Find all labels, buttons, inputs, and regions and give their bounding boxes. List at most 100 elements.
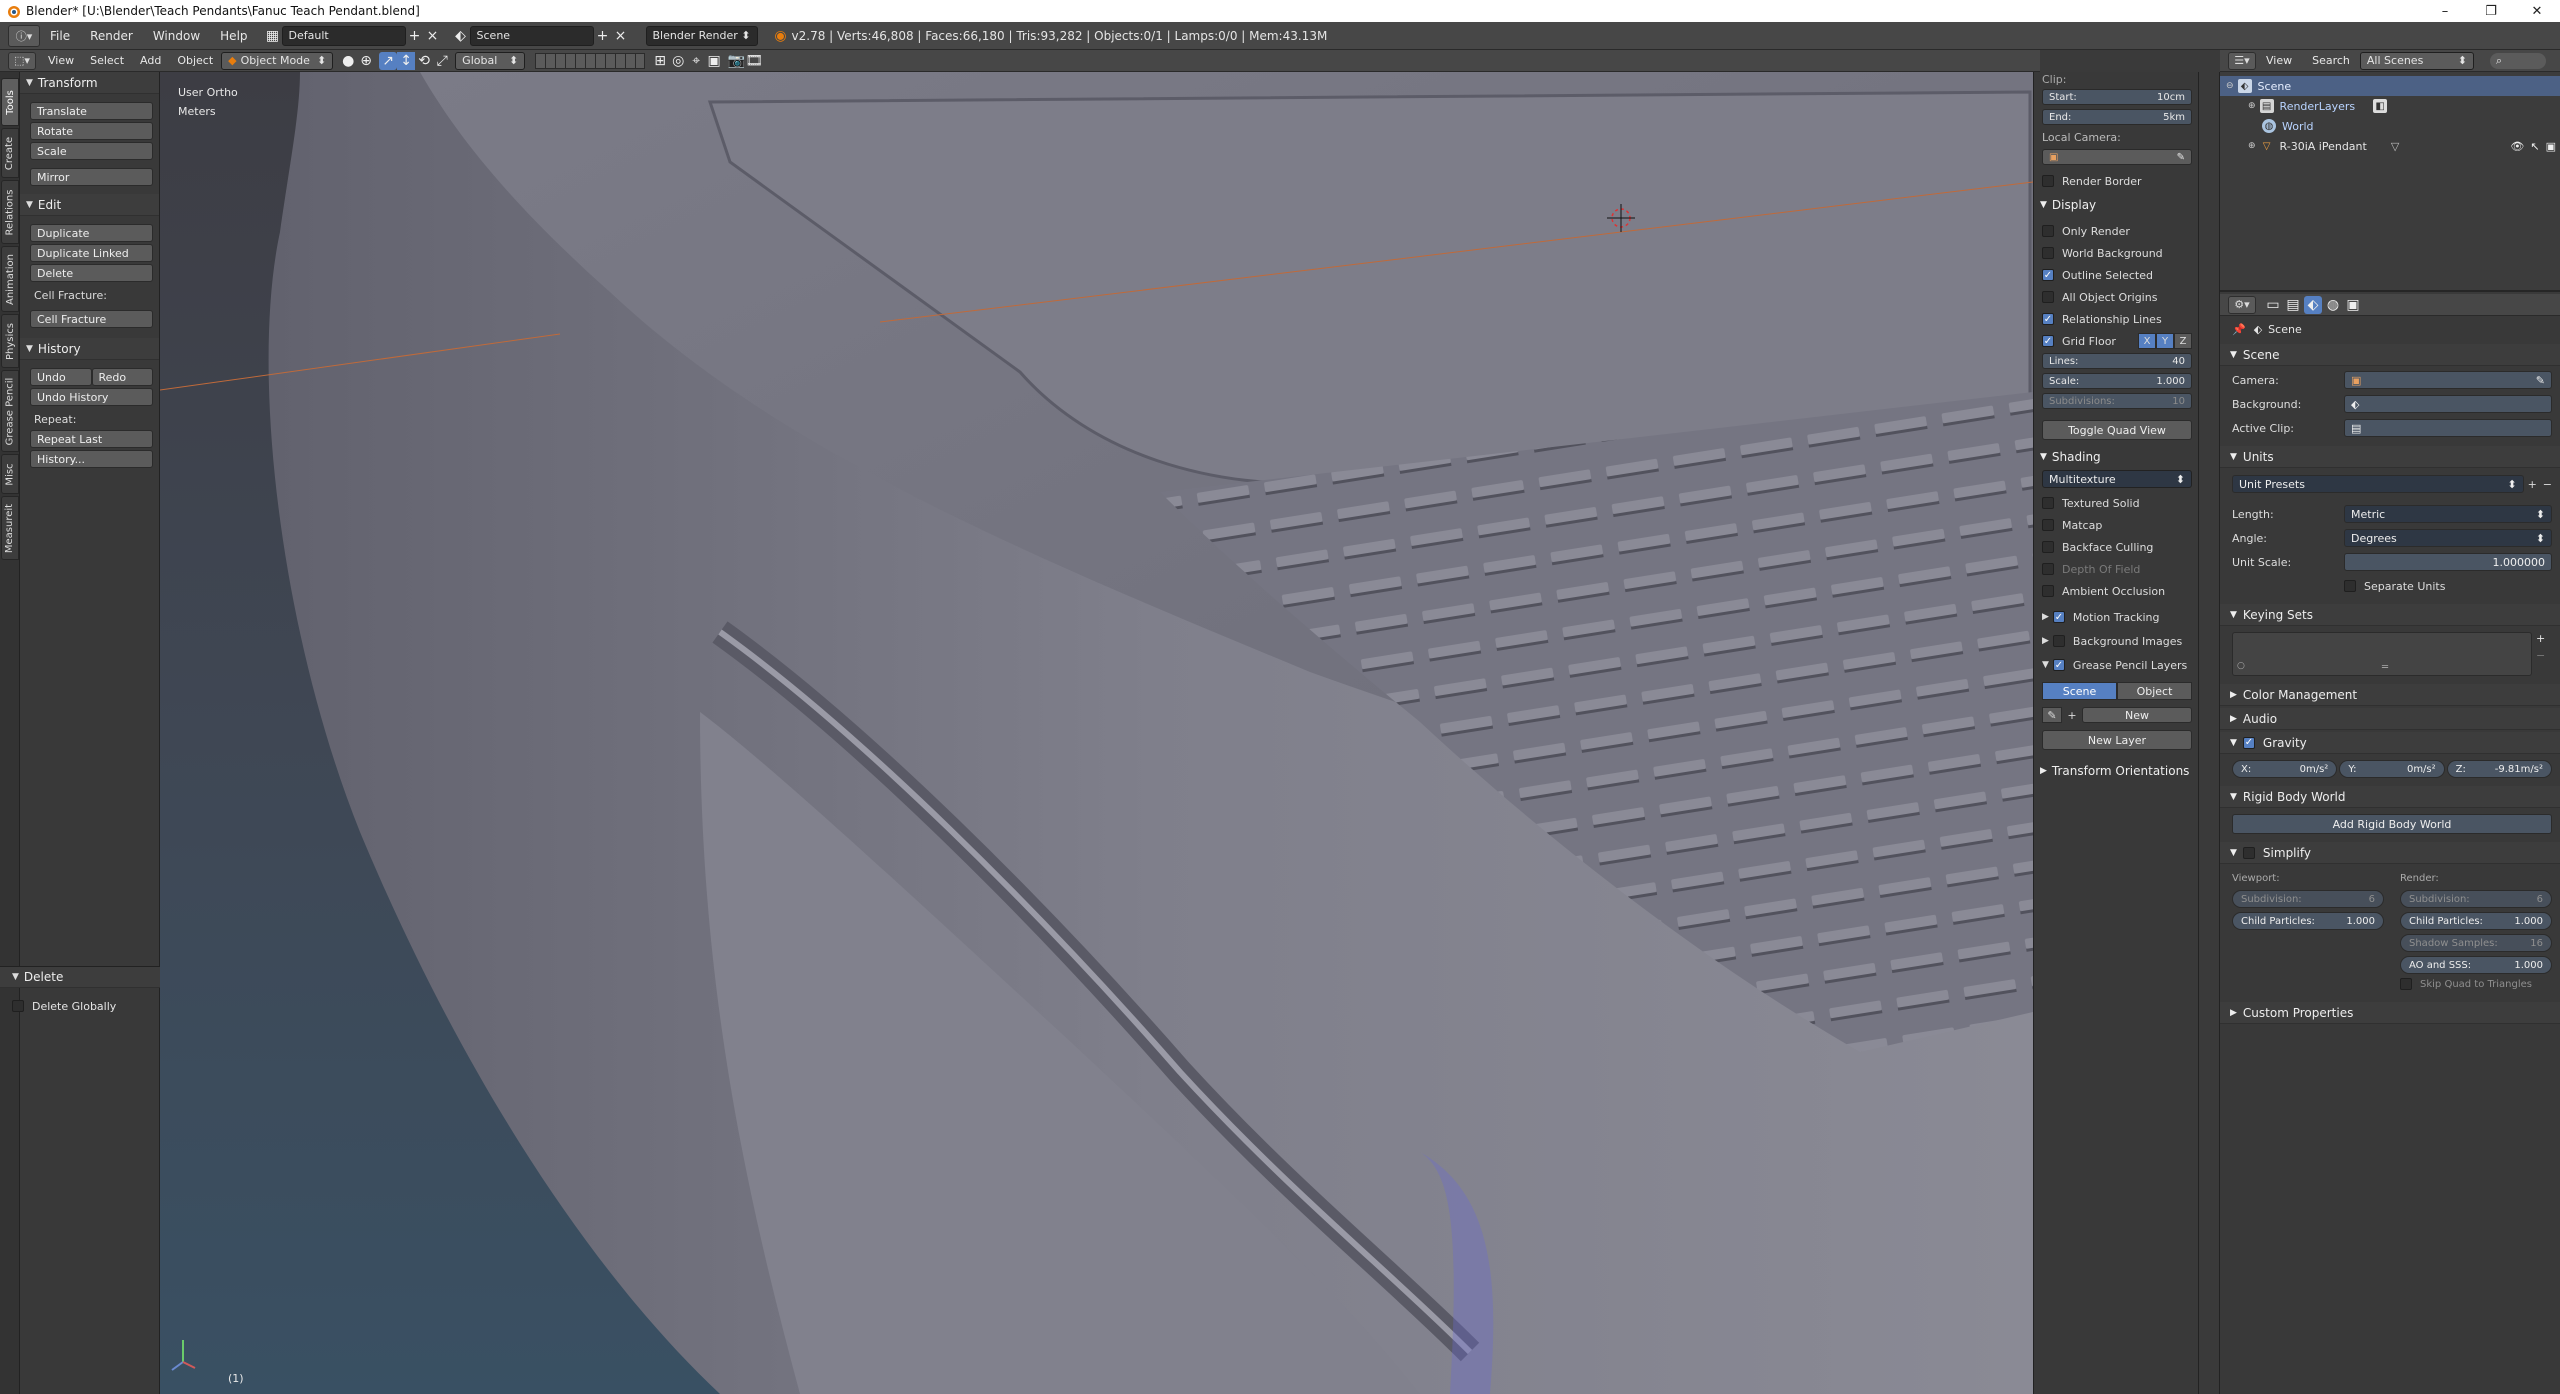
gravity-header[interactable]: ▼ ✓ Gravity — [2220, 732, 2560, 754]
display-panel-header[interactable]: ▼ Display — [2034, 194, 2198, 216]
display-option-checkbox[interactable]: ✓ — [2042, 313, 2054, 325]
shading-option-checkbox[interactable] — [2042, 585, 2054, 597]
shading-option-checkbox[interactable] — [2042, 497, 2054, 509]
translate-manipulator-icon[interactable]: ↕ — [397, 51, 416, 70]
region-separator[interactable] — [2198, 72, 2220, 1394]
menu-render[interactable]: Render — [80, 29, 143, 43]
mode-select[interactable]: ◆ Object Mode ⬍ — [221, 51, 334, 70]
scale-manipulator-icon[interactable]: ⤢ — [433, 52, 451, 70]
render-engine-select[interactable]: Blender Render ⬍ — [645, 25, 758, 46]
add-scene-icon[interactable]: + — [594, 27, 612, 45]
gp-add-icon[interactable]: + — [2062, 707, 2082, 723]
proportional-edit-icon[interactable]: ◎ — [669, 52, 687, 70]
cell-fracture-button[interactable]: Cell Fracture — [30, 310, 153, 328]
redo-button[interactable]: Redo — [91, 368, 153, 386]
viewport-shading-icon[interactable]: ● — [339, 52, 357, 70]
manipulator-toggle-icon[interactable]: ↗ — [379, 51, 398, 70]
rotate-button[interactable]: Rotate — [30, 122, 153, 140]
scene-panel-header[interactable]: ▼ Scene — [2220, 344, 2560, 366]
grid-axis-z[interactable]: Z — [2174, 333, 2192, 349]
view3d-editor-icon[interactable]: ⬚▾ — [8, 51, 36, 70]
shading-option-row[interactable]: Depth Of Field — [2042, 560, 2192, 578]
outliner-row-renderlayers[interactable]: ⊕ ▤ RenderLayers ◧ — [2220, 96, 2560, 116]
local-camera-field[interactable]: ▣ ✎ — [2042, 149, 2192, 165]
scene-select[interactable]: Scene — [469, 25, 594, 46]
tab-misc[interactable]: Misc — [1, 454, 19, 494]
render-tab-icon[interactable]: ▭ — [2264, 296, 2282, 314]
world-tab-icon[interactable]: ◍ — [2324, 296, 2342, 314]
grid-floor-checkbox[interactable]: ✓ — [2042, 335, 2054, 347]
grid-subdivisions-field[interactable]: Subdivisions: 10 — [2042, 393, 2192, 409]
menu-file[interactable]: File — [40, 29, 80, 43]
gp-new-button[interactable]: New — [2082, 707, 2192, 723]
remove-scene-icon[interactable]: × — [612, 27, 630, 45]
gp-layers-expand-icon[interactable]: ▼ — [2042, 660, 2049, 670]
history-button[interactable]: History... — [30, 450, 153, 468]
display-option-checkbox[interactable] — [2042, 291, 2054, 303]
selectable-arrow-icon[interactable]: ↖ — [2530, 140, 2539, 153]
motion-tracking-checkbox[interactable]: ✓ — [2052, 611, 2065, 623]
pivot-point-icon[interactable]: ⊕ — [357, 52, 375, 70]
render-layers-tab-icon[interactable]: ▤ — [2284, 296, 2302, 314]
lock-layers-icon[interactable]: ⊞ — [651, 52, 669, 70]
simplify-checkbox[interactable] — [2242, 846, 2255, 859]
shading-mode-select[interactable]: Multitexture ⬍ — [2042, 470, 2192, 488]
shading-panel-header[interactable]: ▼ Shading — [2034, 446, 2198, 468]
snap-icon[interactable]: ⌖ — [687, 52, 705, 70]
camera-field[interactable]: ▣ ✎ — [2344, 371, 2552, 389]
3d-viewport[interactable]: User Ortho Meters (1) — [160, 72, 2033, 1394]
menu-window[interactable]: Window — [143, 29, 210, 43]
color-management-header[interactable]: ▶ Color Management — [2220, 684, 2560, 706]
transform-orientation-select[interactable]: Global ⬍ — [455, 51, 526, 70]
layer-buttons[interactable] — [535, 52, 646, 69]
menu-select[interactable]: Select — [82, 54, 132, 67]
shading-option-row[interactable]: Ambient Occlusion — [2042, 582, 2192, 600]
shading-option-checkbox[interactable] — [2042, 563, 2054, 575]
edit-panel-header[interactable]: ▼ Edit — [20, 194, 159, 216]
add-preset-icon[interactable]: + — [2528, 478, 2537, 491]
add-keying-set-icon[interactable]: + — [2536, 632, 2552, 645]
display-option-checkbox[interactable]: ✓ — [2042, 269, 2054, 281]
gravity-z-field[interactable]: Z: -9.81m/s² — [2446, 760, 2552, 778]
shading-option-checkbox[interactable] — [2042, 541, 2054, 553]
add-layout-icon[interactable]: + — [406, 27, 424, 45]
tab-grease-pencil[interactable]: Grease Pencil — [1, 370, 19, 452]
gp-source-object[interactable]: Object — [2117, 682, 2192, 700]
remove-preset-icon[interactable]: − — [2543, 478, 2552, 491]
remove-keying-set-icon[interactable]: − — [2536, 649, 2552, 662]
delete-button[interactable]: Delete — [30, 264, 153, 282]
display-option-row[interactable]: Only Render — [2042, 222, 2192, 240]
ao-sss-field[interactable]: AO and SSS: 1.000 — [2400, 956, 2552, 974]
skip-quad-checkbox[interactable] — [2400, 978, 2412, 990]
shading-option-row[interactable]: Backface Culling — [2042, 538, 2192, 556]
background-images-expand-icon[interactable]: ▶ — [2042, 636, 2049, 646]
outliner-row-world[interactable]: ◍ World — [2220, 116, 2560, 136]
scene-icon[interactable]: ⬖ — [452, 27, 470, 45]
tab-physics[interactable]: Physics — [1, 314, 19, 368]
clip-start-field[interactable]: Start: 10cm — [2042, 89, 2192, 105]
menu-object[interactable]: Object — [169, 54, 221, 67]
display-option-checkbox[interactable] — [2042, 225, 2054, 237]
background-images-checkbox[interactable] — [2052, 635, 2065, 647]
display-option-checkbox[interactable] — [2042, 247, 2054, 259]
mirror-button[interactable]: Mirror — [30, 168, 153, 186]
shading-option-row[interactable]: Textured Solid — [2042, 494, 2192, 512]
outliner-row-scene[interactable]: ⊖ ⬖ Scene — [2220, 76, 2560, 96]
close-button[interactable]: ✕ — [2514, 0, 2560, 22]
gravity-x-field[interactable]: X: 0m/s² — [2232, 760, 2338, 778]
unit-presets-select[interactable]: Unit Presets ⬍ — [2232, 475, 2524, 493]
pin-icon[interactable]: 📌 — [2232, 323, 2246, 336]
snap-element-icon[interactable]: ▣ — [705, 52, 723, 70]
custom-properties-header[interactable]: ▶ Custom Properties — [2220, 1002, 2560, 1024]
shadow-samples-field[interactable]: Shadow Samples: 16 — [2400, 934, 2552, 952]
repeat-last-button[interactable]: Repeat Last — [30, 430, 153, 448]
menu-view[interactable]: View — [40, 54, 82, 67]
gravity-y-field[interactable]: Y: 0m/s² — [2339, 760, 2445, 778]
transform-panel-header[interactable]: ▼ Transform — [20, 72, 159, 94]
transform-orientations-header[interactable]: ▶ Transform Orientations — [2034, 760, 2198, 782]
layout-select[interactable]: Default — [281, 25, 406, 46]
outliner-search-menu[interactable]: Search — [2302, 54, 2360, 67]
grid-axis-x[interactable]: X — [2138, 333, 2156, 349]
translate-button[interactable]: Translate — [30, 102, 153, 120]
tab-create[interactable]: Create — [1, 128, 19, 178]
